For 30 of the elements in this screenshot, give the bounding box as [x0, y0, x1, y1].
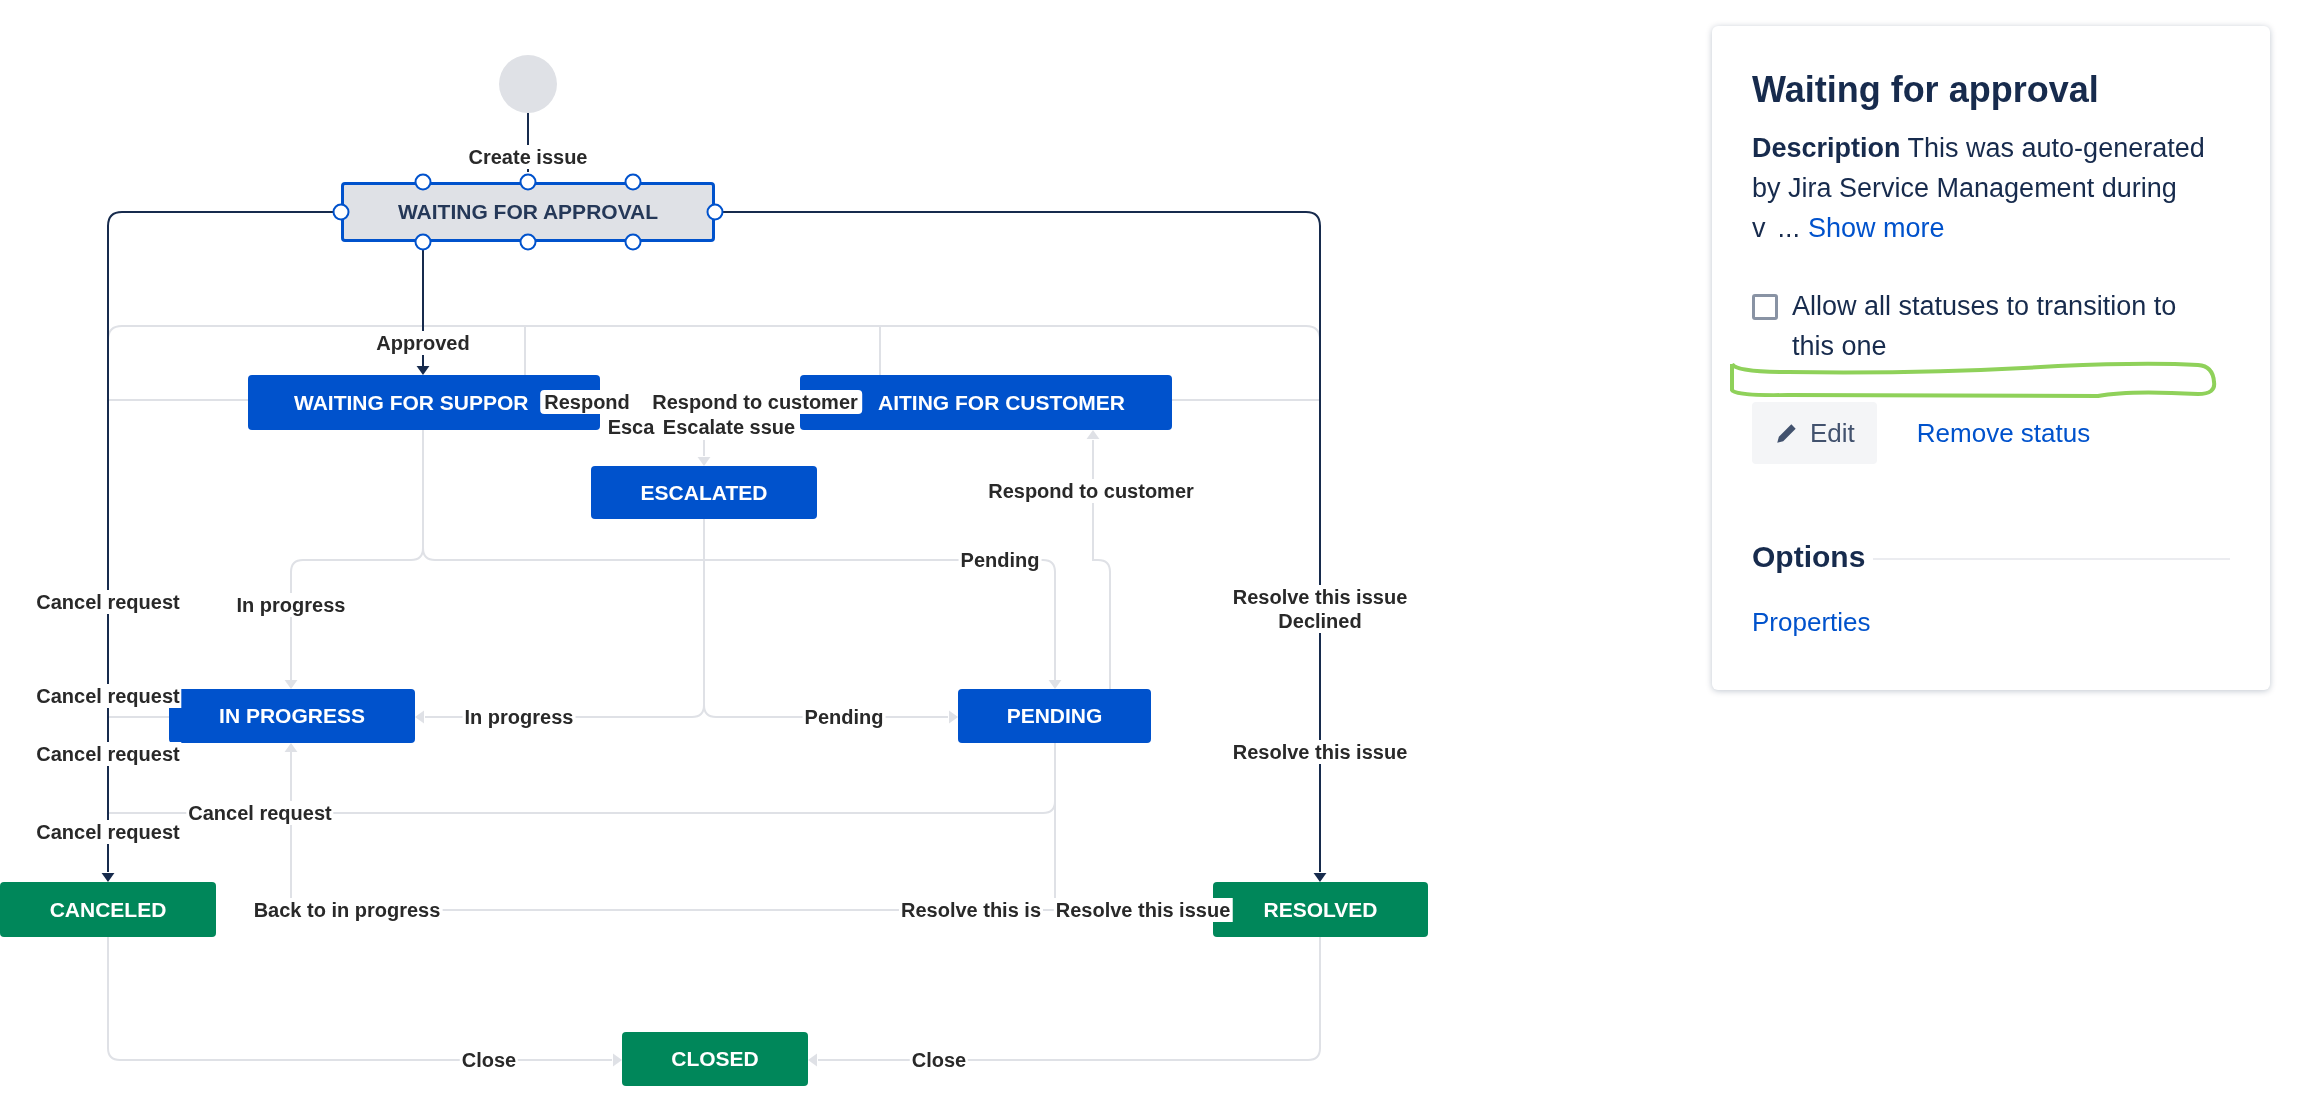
transition-label[interactable]: Cancel request: [186, 801, 334, 825]
resize-handle[interactable]: [414, 173, 432, 191]
transition-label[interactable]: Resolve this issue: [1053, 898, 1233, 922]
properties-link[interactable]: Properties: [1752, 603, 2230, 642]
transition-label[interactable]: Approved: [374, 331, 472, 355]
resize-handle[interactable]: [332, 203, 350, 221]
edit-button[interactable]: Edit: [1752, 402, 1877, 464]
transition-label[interactable]: Cancel request: [34, 820, 182, 844]
resize-handle[interactable]: [624, 173, 642, 191]
connector-line: [107, 716, 170, 718]
show-more-link[interactable]: Show more: [1808, 213, 1945, 243]
remove-status-link[interactable]: Remove status: [1916, 413, 2091, 453]
resize-handle[interactable]: [519, 173, 537, 191]
checkbox-label: Allow all statuses to transition to this one: [1792, 290, 2178, 363]
transition-label[interactable]: Respond to customer: [986, 479, 1196, 503]
status-node[interactable]: ESCALATED: [591, 466, 817, 519]
description-text: Description This was auto-generated by Jira Service Management during v ... Show more: [1752, 132, 2206, 245]
options-heading: Options: [1752, 539, 1866, 575]
transition-label[interactable]: In progress: [234, 593, 348, 617]
status-node[interactable]: CLOSED: [622, 1032, 808, 1086]
checkbox[interactable]: [1752, 294, 1778, 320]
status-node[interactable]: WAITING FOR APPROVAL: [341, 182, 715, 242]
transition-label[interactable]: Cancel request: [34, 742, 182, 766]
transition-label[interactable]: Cancel request: [34, 684, 182, 708]
transition-label[interactable]: Declined: [1276, 609, 1364, 633]
transition-label[interactable]: Cancel request: [34, 590, 182, 614]
status-node[interactable]: CANCELED: [0, 882, 216, 937]
transition-label[interactable]: Create issue: [466, 145, 590, 169]
status-node[interactable]: PENDING: [958, 689, 1151, 743]
status-title: Waiting for approval: [1752, 68, 2100, 112]
